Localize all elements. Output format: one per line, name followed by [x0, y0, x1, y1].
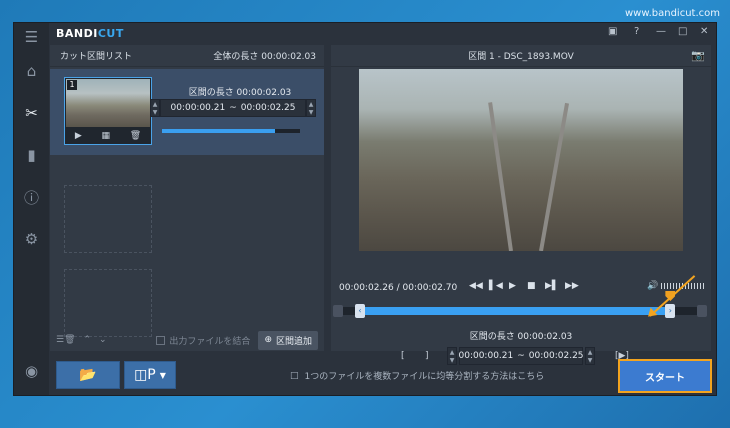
play-icon[interactable]: ▶: [75, 131, 82, 141]
output-format-button[interactable]: ◫P ▼: [124, 361, 176, 389]
start-handle[interactable]: ‹: [354, 304, 365, 318]
dropdown-icon[interactable]: ▼: [160, 371, 166, 380]
record-icon[interactable]: ◉: [14, 357, 49, 385]
rail-left: [488, 102, 513, 251]
clip-time-range[interactable]: 00:00:00.21 ~ 00:00:02.25: [160, 99, 306, 117]
end-stepper[interactable]: ▲ ▼: [306, 99, 316, 117]
prev-frame-icon[interactable]: ▌◀: [489, 281, 503, 291]
film-icon[interactable]: ▮: [14, 141, 49, 169]
camera-icon[interactable]: 📷: [691, 49, 705, 62]
total-length: 全体の長さ 00:00:02.03: [213, 52, 316, 62]
list-title: カット区間リスト: [60, 52, 133, 62]
cut-icon[interactable]: ✂: [14, 99, 49, 127]
clip-item[interactable]: 1 ▶ ▦ 🗑 区間の長さ 00:00:02.03 ▲ ▼ 00:00:00.21…: [50, 69, 324, 155]
folder-open-icon: 📂: [79, 367, 97, 383]
clip-end-time[interactable]: 00:00:02.25: [241, 103, 296, 113]
clip-thumbnail[interactable]: 1 ▶ ▦ 🗑: [64, 77, 152, 145]
list-delete-icon[interactable]: ☰🗑: [56, 335, 76, 345]
timeline-selection[interactable]: [359, 307, 671, 315]
clip-length: 区間の長さ 00:00:02.03: [188, 88, 292, 98]
film-p-icon: ◫P: [134, 367, 156, 383]
maximize-icon[interactable]: □: [678, 26, 687, 37]
empty-clip-slot: [64, 185, 152, 253]
clip-progress-fill: [162, 129, 276, 133]
next-frame-icon[interactable]: ▶▌: [545, 281, 559, 291]
app-logo: BANDICUT: [56, 27, 124, 40]
time-separator: ~: [229, 103, 237, 113]
start-stepper[interactable]: ▲ ▼: [150, 99, 160, 117]
merge-checkbox[interactable]: [156, 335, 166, 345]
help-icon[interactable]: ?: [634, 26, 639, 37]
open-file-button[interactable]: 📂: [56, 361, 120, 389]
list-footer: ☰🗑 ⌃ ⌄ 出力ファイルを結合 ⊕ 区間追加: [50, 329, 324, 351]
end-handle[interactable]: ›: [665, 304, 676, 318]
plus-icon: ⊕: [264, 335, 272, 345]
chat-icon: □: [290, 370, 299, 381]
home-icon[interactable]: ⌂: [14, 57, 49, 85]
next-segment-icon[interactable]: ▶▶: [565, 281, 579, 291]
merge-label: 出力ファイルを結合: [169, 336, 251, 347]
time-display: 00:00:02.26 / 00:00:02.70: [339, 283, 458, 293]
stop-icon[interactable]: ■: [527, 281, 536, 291]
preview-panel: 区間 1 - DSC_1893.MOV 📷 00:00:02.26 / 00:0…: [331, 45, 711, 365]
play-icon[interactable]: ▶: [509, 281, 516, 291]
playback-controls: 00:00:02.26 / 00:00:02.70 ◀◀ ▌◀ ▶ ■ ▶▌ ▶…: [331, 281, 711, 297]
list-header: カット区間リスト 全体の長さ 00:00:02.03: [50, 45, 324, 67]
folder-icon[interactable]: ▣: [608, 26, 617, 37]
rail-right: [539, 102, 570, 251]
menu-icon[interactable]: ☰: [14, 23, 49, 51]
clip-progress-bar: [162, 129, 300, 133]
thumbnail-image: [66, 79, 150, 127]
title-bar: BANDICUT ▣ ? — □ ✕: [14, 23, 716, 43]
thumbnail-toolbar: ▶ ▦ 🗑: [65, 128, 151, 144]
split-hint[interactable]: □ 1つのファイルを複数ファイルに均等分割する方法はこちら: [290, 369, 545, 383]
clip-index: 1: [67, 80, 77, 90]
section-length: 区間の長さ 00:00:02.03: [469, 332, 573, 342]
speaker-icon[interactable]: 🔊: [647, 281, 658, 291]
website-watermark: www.bandicut.com: [624, 8, 720, 19]
minimize-icon[interactable]: —: [656, 26, 666, 37]
move-up-icon[interactable]: ⌃: [84, 335, 92, 345]
info-icon[interactable]: ⓘ: [14, 183, 49, 211]
preview-title: 区間 1 - DSC_1893.MOV: [331, 45, 711, 67]
add-section-label: 区間追加: [275, 336, 312, 347]
clip-start-time[interactable]: 00:00:00.21: [170, 103, 225, 113]
trash-icon[interactable]: 🗑: [130, 131, 141, 141]
move-down-icon[interactable]: ⌄: [99, 335, 107, 345]
empty-clip-slot: [64, 269, 152, 337]
grid-icon[interactable]: ▦: [101, 131, 110, 141]
sidebar: ☰ ⌂ ✂ ▮ ⓘ ⚙ ◉: [14, 23, 49, 395]
timeline-end-cap: [697, 305, 707, 317]
settings-icon[interactable]: ⚙: [14, 225, 49, 253]
merge-option[interactable]: 出力ファイルを結合: [156, 334, 250, 347]
bandicut-window: BANDICUT ▣ ? — □ ✕ ☰ ⌂ ✂ ▮ ⓘ ⚙ ◉ カット区間リス…: [13, 22, 717, 396]
hint-link[interactable]: 1つのファイルを複数ファイルに均等分割する方法はこちら: [305, 369, 545, 382]
add-section-button[interactable]: ⊕ 区間追加: [258, 330, 318, 350]
bottom-toolbar: 📂 ◫P ▼ □ 1つのファイルを複数ファイルに均等分割する方法はこちら スター…: [50, 355, 716, 395]
cut-section-list-panel: カット区間リスト 全体の長さ 00:00:02.03 1 ▶ ▦ 🗑 区間の長さ…: [50, 45, 324, 351]
close-icon[interactable]: ✕: [700, 26, 708, 37]
prev-segment-icon[interactable]: ◀◀: [469, 281, 483, 291]
video-preview[interactable]: [359, 69, 683, 251]
timeline-start-cap: [333, 305, 343, 317]
start-button[interactable]: スタート: [618, 359, 712, 393]
